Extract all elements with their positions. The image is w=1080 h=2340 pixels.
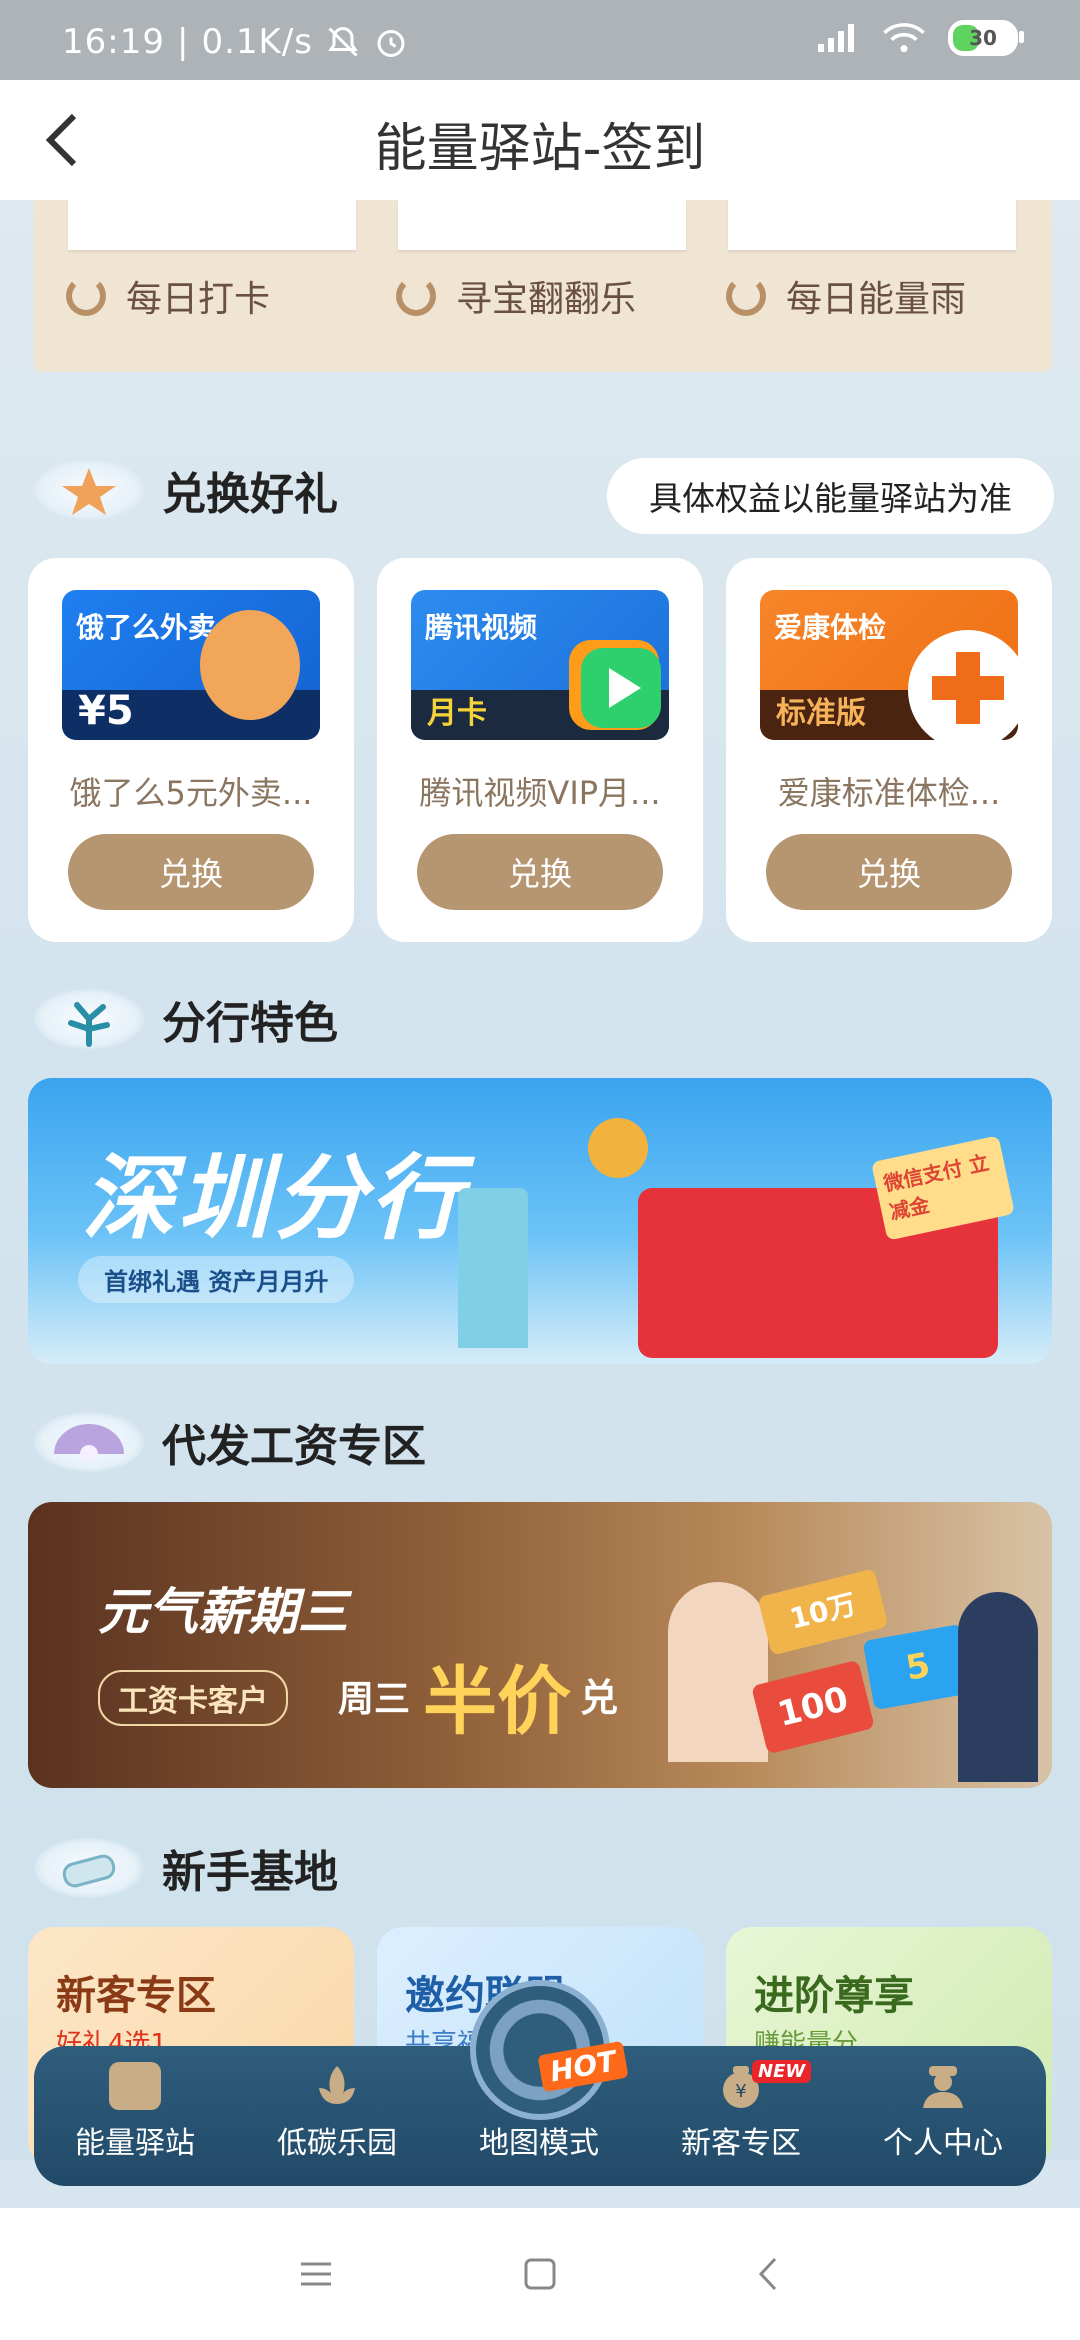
banner-subtitle: 首绑礼遇 资产月月升 [78, 1256, 355, 1303]
banner-title: 深圳分行 [82, 1145, 467, 1252]
rights-notice: 具体权益以能量驿站为准 [607, 458, 1054, 534]
section-title: 兑换好礼 [162, 469, 338, 520]
home-button[interactable] [510, 2248, 570, 2300]
section-title: 代发工资专区 [162, 1421, 426, 1472]
eleme-voucher-image: 饿了么外卖 ¥5 [62, 590, 320, 740]
redeem-button[interactable]: 兑换 [417, 834, 663, 910]
system-back-button[interactable] [738, 2248, 798, 2300]
menu-button[interactable] [286, 2248, 346, 2300]
redeem-button[interactable]: 兑换 [68, 834, 314, 910]
task-energy-rain[interactable]: 每日能量雨 [726, 270, 966, 322]
system-nav-bar [0, 2208, 1080, 2340]
nav-personal-center[interactable]: 个人中心 [842, 2046, 1044, 2186]
new-badge: NEW [752, 2060, 812, 2083]
alarm-icon [377, 30, 405, 57]
divider: | [176, 22, 190, 62]
salary-card-tag: 工资卡客户 [98, 1670, 288, 1726]
coin-icon [588, 1118, 648, 1178]
energy-box-icon [109, 2062, 161, 2110]
task-card [398, 200, 686, 250]
shell-pearl-icon [34, 1412, 144, 1472]
app-header: 能量驿站-签到 [0, 80, 1080, 200]
page-title: 能量驿站-签到 [374, 119, 706, 179]
task-card [728, 200, 1016, 250]
reward-name: 饿了么5元外卖... [69, 774, 313, 812]
mute-bell-icon [328, 26, 358, 57]
branch-section-header: 分行特色 [34, 987, 338, 1051]
salary-promo-banner[interactable]: 元气薪期三 工资卡客户 周三 半价 兑 10万 100 5 [28, 1502, 1052, 1788]
banner-suffix: 兑 [580, 1676, 619, 1720]
plus-badge-icon [908, 630, 1018, 740]
redeem-button[interactable]: 兑换 [766, 834, 1012, 910]
chevron-left-icon [758, 2257, 777, 2291]
battery-icon: 30 [948, 20, 1024, 56]
reward-card-eleme[interactable]: 饿了么外卖 ¥5 饿了么5元外卖... 兑换 [28, 558, 354, 942]
nav-energy-station[interactable]: 能量驿站 [34, 2046, 236, 2186]
nav-new-customer[interactable]: ¥ 新客专区 [640, 2046, 842, 2186]
woman-illustration [668, 1582, 768, 1762]
reward-name: 爱康标准体检... [777, 774, 1001, 812]
clock: 16:19 [62, 22, 165, 62]
shenzhen-branch-banner[interactable]: 深圳分行 首绑礼遇 资产月月升 微信支付 立减金 [28, 1078, 1052, 1364]
progress-ring-icon [726, 276, 766, 316]
network-speed: 0.1K/s [201, 22, 313, 62]
starfish-icon [34, 460, 144, 520]
newbie-section-header: 新手基地 [34, 1836, 338, 1900]
banner-day: 周三 [338, 1679, 411, 1720]
wifi-icon [883, 23, 925, 53]
task-treasure-flip[interactable]: 寻宝翻翻乐 [396, 270, 636, 322]
reward-card-tencent-video[interactable]: 腾讯视频 月卡 腾讯视频VIP月... 兑换 [377, 558, 703, 942]
section-title: 新手基地 [162, 1847, 338, 1898]
reward-card-ikang[interactable]: 爱康体检 标准版 爱康标准体检... 兑换 [726, 558, 1052, 942]
man-illustration [958, 1592, 1038, 1782]
tower-illustration [458, 1188, 528, 1348]
shiba-mascot-icon [200, 610, 300, 720]
coupon-illustration: 5 [862, 1623, 974, 1711]
bottle-icon [34, 1838, 144, 1898]
section-title: 分行特色 [162, 998, 338, 1049]
reward-name: 腾讯视频VIP月... [419, 774, 661, 812]
gifts-section-header: 兑换好礼 [34, 458, 338, 522]
ikang-checkup-image: 爱康体检 标准版 [760, 590, 1018, 740]
user-icon [923, 2066, 963, 2108]
task-daily-checkin[interactable]: 每日打卡 [66, 270, 270, 322]
nav-low-carbon-park[interactable]: 低碳乐园 [236, 2046, 438, 2186]
coral-icon [34, 989, 144, 1049]
coupon-illustration: 100 [751, 1659, 875, 1755]
status-bar: 16:19 | 0.1K/s 30 [0, 0, 1080, 80]
signal-icon [818, 24, 854, 52]
square-icon [524, 2258, 556, 2290]
salary-section-header: 代发工资专区 [34, 1410, 426, 1474]
progress-ring-icon [66, 276, 106, 316]
task-card [68, 200, 356, 250]
main-content[interactable]: 每日打卡 寻宝翻翻乐 每日能量雨 兑换好礼 具体权益以能量驿站为准 饿了么外卖 … [0, 200, 1080, 2160]
banner-half-price: 半价 [423, 1659, 571, 1745]
banner-brand: 元气薪期三 [98, 1583, 348, 1641]
menu-icon [301, 2262, 331, 2286]
tencent-video-card-image: 腾讯视频 月卡 [411, 590, 669, 740]
svg-text:¥: ¥ [735, 2081, 746, 2102]
checkin-panel: 每日打卡 寻宝翻翻乐 每日能量雨 [34, 200, 1052, 372]
play-logo-icon [569, 640, 661, 730]
progress-ring-icon [396, 276, 436, 316]
leaf-icon [319, 2066, 355, 2104]
